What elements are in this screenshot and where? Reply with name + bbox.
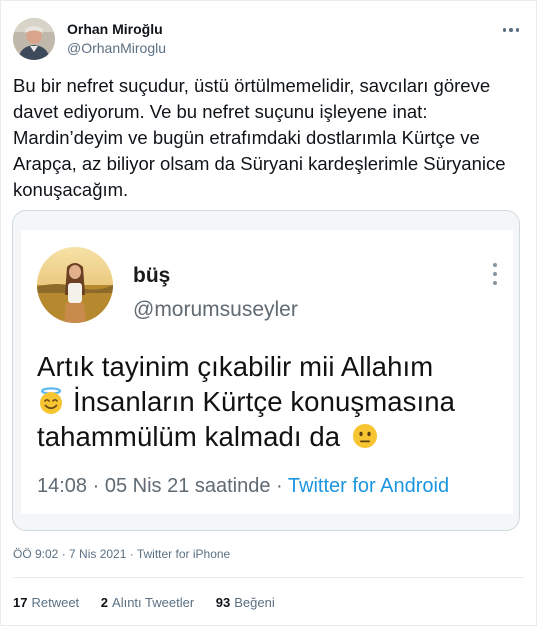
likes-label: Beğeni xyxy=(234,595,275,610)
embedded-handle: @morumsuseyler xyxy=(133,298,298,321)
embedded-more-icon xyxy=(492,263,498,285)
tweet-text: Bu bir nefret suçudur, üstü örtülmemelid… xyxy=(13,75,506,200)
retweets-label: Retweet xyxy=(31,595,80,610)
retweets-stat[interactable]: 17 Retweet xyxy=(13,595,79,610)
embedded-source: Twitter for Android xyxy=(287,475,450,497)
embedded-tweet-text: Artık tayinim çıkabilir mii Allahım İnsa… xyxy=(37,349,507,454)
author-handle[interactable]: @OrhanMiroglu xyxy=(67,39,166,58)
tweet-stats: 17 Retweet 2 Alıntı Tweetler 93 Beğeni xyxy=(13,595,293,610)
author-display-name[interactable]: Orhan Miroğlu xyxy=(67,20,166,39)
more-options-icon[interactable] xyxy=(500,21,522,39)
retweets-count: 17 xyxy=(13,595,28,610)
embedded-text-line-1: Artık tayinim çıkabilir mii Allahım xyxy=(37,351,434,382)
neutral-face-icon xyxy=(352,424,377,448)
embedded-tweet-screenshot: büş @morumsuseyler Artık tayinim çıkabil… xyxy=(21,230,513,514)
embedded-text-line-2: İnsanların Kürtçe konuşmasına xyxy=(73,386,455,417)
avatar-photo-icon xyxy=(13,18,55,60)
quotes-stat[interactable]: 2 Alıntı Tweetler xyxy=(101,595,194,610)
likes-stat[interactable]: 93 Beğeni xyxy=(216,595,275,610)
divider xyxy=(13,577,524,578)
tweet-author[interactable]: Orhan Miroğlu @OrhanMiroglu xyxy=(13,15,166,63)
tweet-card: Orhan Miroğlu @OrhanMiroglu Bu bir nefre… xyxy=(0,0,537,626)
quotes-label: Alıntı Tweetler xyxy=(112,595,195,610)
embedded-text-line-3: tahammülüm kalmadı da xyxy=(37,421,341,452)
embedded-avatar xyxy=(37,247,113,323)
tweet-timestamp[interactable]: ÖÖ 9:02 · 7 Nis 2021 · Twitter for iPhon… xyxy=(13,547,230,561)
smiling-face-with-halo-icon xyxy=(40,387,62,414)
tweet-media-image[interactable]: büş @morumsuseyler Artık tayinim çıkabil… xyxy=(12,210,520,531)
embedded-avatar-photo-icon xyxy=(37,247,113,323)
likes-count: 93 xyxy=(215,595,231,610)
embedded-time-text: 14:08 · 05 Nis 21 saatinde · xyxy=(37,475,288,497)
quotes-count: 2 xyxy=(100,595,109,610)
embedded-name: büş xyxy=(133,264,171,287)
embedded-timestamp: 14:08 · 05 Nis 21 saatinde · Twitter for… xyxy=(37,475,449,498)
author-avatar[interactable] xyxy=(13,18,55,60)
